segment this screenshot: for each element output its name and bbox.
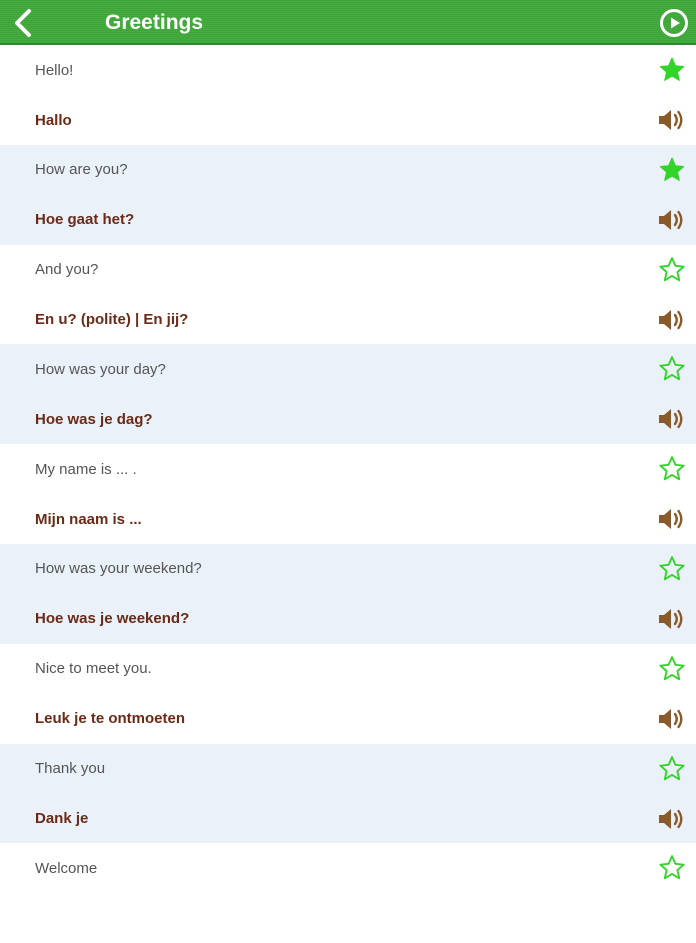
english-phrase: How was your weekend? (35, 560, 202, 578)
star-outline-icon[interactable] (657, 554, 687, 584)
english-row[interactable]: Hello! (0, 45, 696, 95)
speaker-icon[interactable] (657, 305, 687, 335)
dutch-phrase: Dank je (35, 810, 89, 828)
speaker-icon[interactable] (657, 704, 687, 734)
page-title: Greetings (105, 11, 204, 34)
star-outline-icon[interactable] (657, 853, 687, 883)
dutch-phrase: En u? (polite) | En jij? (35, 311, 189, 329)
english-row[interactable]: Thank you (0, 744, 696, 794)
star-outline-icon[interactable] (657, 255, 687, 285)
english-phrase: How was your day? (35, 360, 166, 378)
english-row[interactable]: My name is ... . (0, 444, 696, 494)
dutch-row[interactable]: Hoe was je dag? (0, 394, 696, 444)
english-row[interactable]: How was your weekend? (0, 544, 696, 594)
phrase-card[interactable]: How was your day? Hoe was je dag? (0, 344, 696, 445)
star-filled-icon[interactable] (657, 55, 687, 85)
star-outline-icon[interactable] (657, 454, 687, 484)
chevron-left-icon (15, 9, 31, 37)
english-phrase: Thank you (35, 760, 106, 778)
dutch-phrase: Hoe was je dag? (35, 410, 153, 428)
dutch-row[interactable]: Hoe was je weekend? (0, 594, 696, 644)
speaker-icon[interactable] (657, 604, 687, 634)
dutch-row[interactable]: Hoe gaat het? (0, 195, 696, 245)
phrase-card[interactable]: Welcome (0, 843, 696, 943)
english-row[interactable]: Nice to meet you. (0, 644, 696, 694)
star-outline-icon[interactable] (657, 654, 687, 684)
phrase-card[interactable]: How are you? Hoe gaat het? (0, 144, 696, 245)
speaker-icon[interactable] (657, 105, 687, 135)
phrase-card[interactable]: My name is ... . Mijn naam is ... (0, 444, 696, 544)
dutch-phrase: Hoe gaat het? (35, 211, 135, 229)
dutch-row[interactable]: Hallo (0, 95, 696, 145)
speaker-icon[interactable] (657, 504, 687, 534)
dutch-row[interactable]: En u? (polite) | En jij? (0, 295, 696, 345)
star-outline-icon[interactable] (657, 354, 687, 384)
english-row[interactable]: And you? (0, 245, 696, 295)
dutch-phrase: Hallo (35, 111, 72, 129)
english-phrase: And you? (35, 261, 99, 279)
english-row[interactable]: How was your day? (0, 344, 696, 394)
dutch-phrase: Mijn naam is ... (35, 510, 142, 528)
back-button[interactable] (6, 6, 40, 40)
speaker-icon[interactable] (657, 404, 687, 434)
phrase-card[interactable]: Thank you Dank je (0, 743, 696, 844)
phrase-list: Hello! Hallo How are you? Hoe gaat het? And … (0, 45, 696, 943)
phrase-card[interactable]: Hello! Hallo (0, 45, 696, 145)
english-phrase: Welcome (35, 859, 98, 877)
dutch-phrase: Hoe was je weekend? (35, 610, 190, 628)
star-filled-icon[interactable] (657, 155, 687, 185)
star-outline-icon[interactable] (657, 754, 687, 784)
speaker-icon[interactable] (657, 804, 687, 834)
play-circle-icon (660, 9, 688, 37)
dutch-phrase: Leuk je te ontmoeten (35, 710, 186, 728)
play-all-button[interactable] (658, 7, 690, 39)
english-phrase: How are you? (35, 161, 128, 179)
dutch-row[interactable]: Leuk je te ontmoeten (0, 694, 696, 744)
phrase-card[interactable]: And you? En u? (polite) | En jij? (0, 245, 696, 345)
phrase-card[interactable]: Nice to meet you. Leuk je te ontmoeten (0, 644, 696, 744)
speaker-icon[interactable] (657, 205, 687, 235)
app-header: Greetings (0, 0, 696, 45)
english-phrase: Nice to meet you. (35, 660, 152, 678)
english-row[interactable]: How are you? (0, 145, 696, 195)
dutch-row[interactable]: Mijn naam is ... (0, 494, 696, 544)
english-phrase: My name is ... . (35, 460, 137, 478)
phrase-card[interactable]: How was your weekend? Hoe was je weekend? (0, 543, 696, 644)
english-phrase: Hello! (35, 61, 74, 79)
english-row[interactable]: Welcome (0, 843, 696, 893)
dutch-row[interactable]: Dank je (0, 794, 696, 844)
